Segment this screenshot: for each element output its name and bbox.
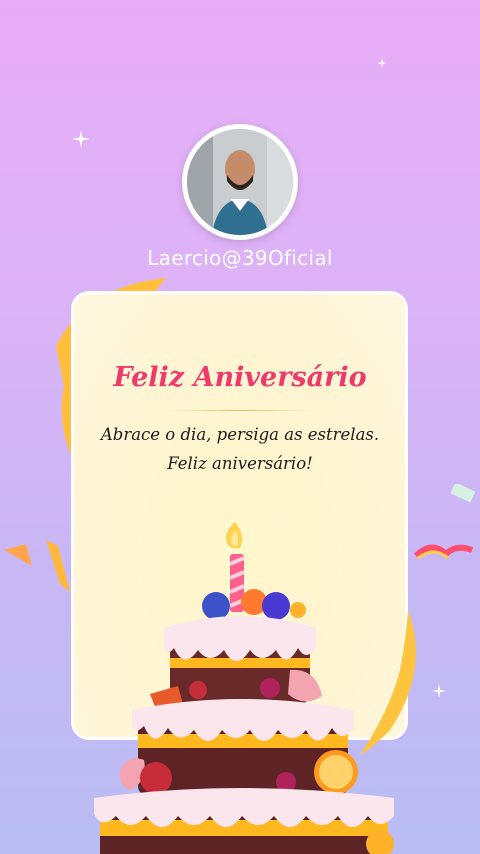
profile-avatar-frame[interactable] <box>182 124 298 240</box>
card-title: Feliz Aniversário <box>113 362 367 393</box>
candle-icon <box>226 522 245 612</box>
title-divider <box>165 410 315 411</box>
username: Laercio@39Oficial <box>147 246 333 270</box>
sparkle-icon <box>72 130 90 148</box>
card-message: Abrace o dia, persiga as estrelas. Feliz… <box>100 425 380 473</box>
confetti-icon <box>413 484 476 560</box>
birthday-cake-icon <box>94 522 394 854</box>
confetti-icon <box>4 540 70 592</box>
sparkle-icon <box>432 684 446 698</box>
sparkle-icon <box>377 58 387 68</box>
avatar <box>187 129 293 235</box>
